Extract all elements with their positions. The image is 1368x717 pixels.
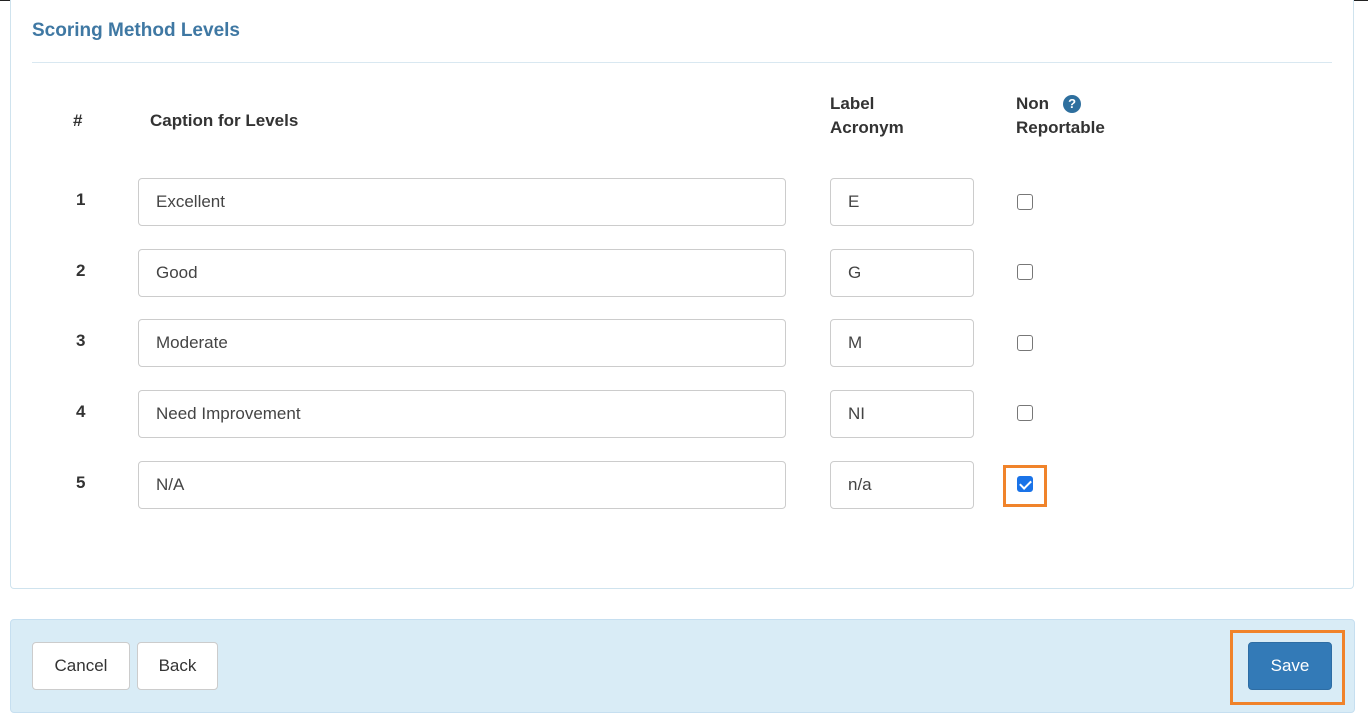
caption-input[interactable]: [138, 249, 786, 297]
header-acronym-line1: Label: [830, 94, 875, 113]
header-acronym-line2: Acronym: [830, 118, 904, 137]
non-reportable-checkbox[interactable]: [1017, 264, 1033, 280]
checkbox-highlight-box: [1003, 465, 1047, 507]
header-nr-line2: Reportable: [1016, 118, 1105, 137]
caption-input[interactable]: [138, 319, 786, 367]
acronym-input[interactable]: [830, 461, 974, 509]
header-number: #: [73, 111, 83, 130]
question-circle-icon[interactable]: ?: [1063, 95, 1082, 113]
caption-input[interactable]: [138, 390, 786, 438]
cancel-button[interactable]: Cancel: [32, 642, 130, 690]
header-non-reportable: Non? Reportable: [1016, 92, 1105, 140]
acronym-input[interactable]: [830, 178, 974, 226]
non-reportable-checkbox[interactable]: [1017, 405, 1033, 421]
header-label-acronym: Label Acronym: [830, 92, 904, 140]
caption-input[interactable]: [138, 461, 786, 509]
non-reportable-checkbox[interactable]: [1017, 335, 1033, 351]
title-divider: [32, 62, 1332, 63]
acronym-input[interactable]: [830, 390, 974, 438]
header-nr-line1-wrap: Non?: [1016, 92, 1105, 116]
section-title: Scoring Method Levels: [32, 20, 240, 41]
row-number: 4: [76, 402, 86, 421]
row-number: 2: [76, 261, 86, 280]
non-reportable-checkbox[interactable]: [1017, 194, 1033, 210]
row-number: 3: [76, 331, 86, 350]
header-caption: Caption for Levels: [150, 111, 299, 130]
caption-input[interactable]: [138, 178, 786, 226]
save-highlight-box: [1230, 630, 1345, 705]
acronym-input[interactable]: [830, 249, 974, 297]
header-nr-line1: Non: [1016, 94, 1050, 113]
row-number: 5: [76, 473, 86, 492]
back-button[interactable]: Back: [137, 642, 218, 690]
row-number: 1: [76, 190, 86, 209]
acronym-input[interactable]: [830, 319, 974, 367]
